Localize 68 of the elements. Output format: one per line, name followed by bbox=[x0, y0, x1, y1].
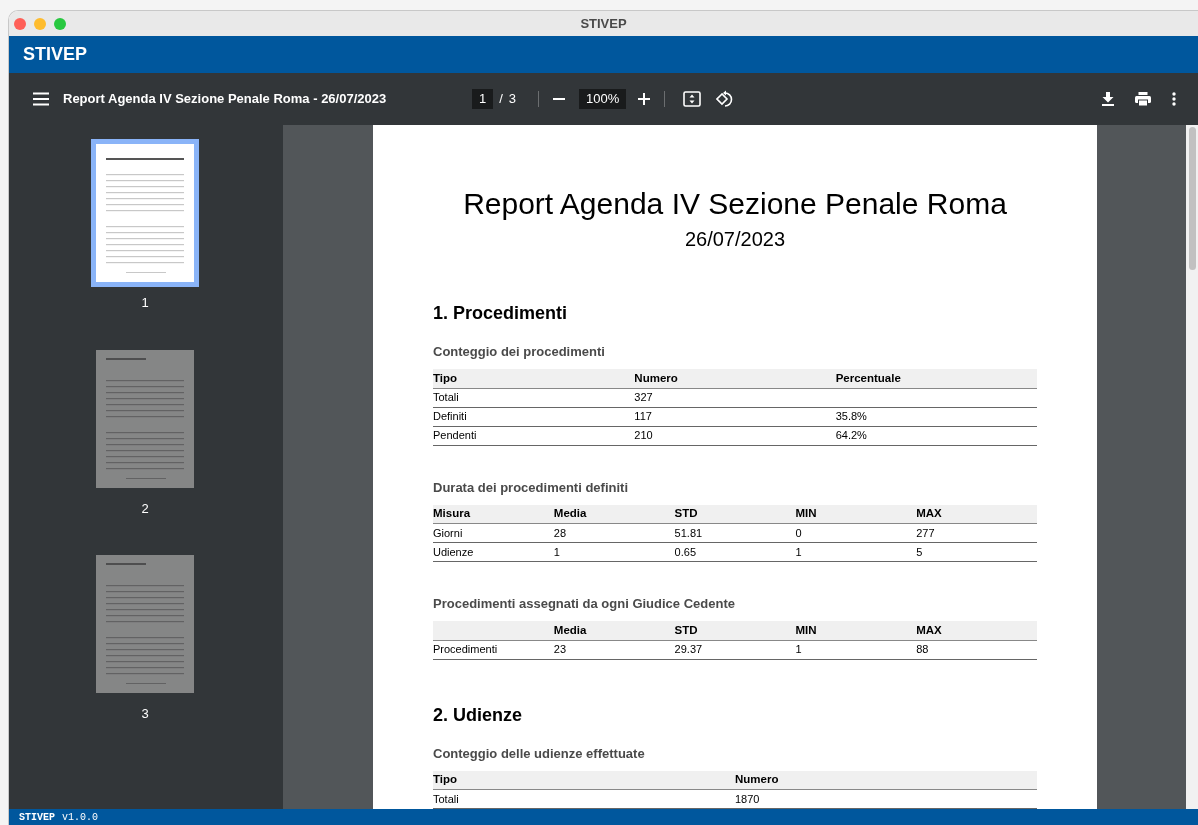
column-header: Percentuale bbox=[835, 371, 901, 384]
table-cell: 117 bbox=[634, 410, 652, 423]
column-header: Media bbox=[553, 507, 587, 520]
table-cell: Totali bbox=[433, 391, 459, 404]
menu-icon[interactable] bbox=[33, 92, 49, 106]
page-separator: / bbox=[499, 90, 503, 109]
table-cell: 0 bbox=[795, 526, 802, 539]
table-cell: Giorni bbox=[433, 526, 463, 539]
column-header: Media bbox=[553, 623, 587, 636]
table-cell: 1 bbox=[795, 643, 802, 656]
section-heading: 2. Udienze bbox=[433, 703, 524, 726]
table-cell: 1870 bbox=[735, 792, 760, 805]
table-cell: 29.37 bbox=[674, 643, 703, 656]
table-cell: 88 bbox=[916, 643, 929, 656]
thumbnail-page-number: 2 bbox=[141, 499, 149, 518]
column-header: Misura bbox=[433, 507, 471, 520]
status-version: v1.0.0 bbox=[62, 810, 99, 825]
more-options-icon[interactable] bbox=[1172, 92, 1176, 106]
table-heading: Conteggio dei procedimenti bbox=[433, 344, 606, 360]
column-header: STD bbox=[674, 623, 698, 636]
report-date: 26/07/2023 bbox=[683, 227, 787, 252]
column-header: MAX bbox=[916, 507, 942, 520]
report-title: Report Agenda IV Sezione Penale Roma bbox=[462, 186, 1008, 222]
status-app-name: STIVEP bbox=[19, 810, 55, 825]
table-cell: 210 bbox=[634, 429, 653, 442]
app-title: STIVEP bbox=[23, 43, 88, 66]
table-cell: 35.8% bbox=[835, 410, 867, 423]
table-cell: Pendenti bbox=[433, 429, 477, 442]
table-heading: Conteggio delle udienze effettuate bbox=[433, 745, 646, 762]
window-title: STIVEP bbox=[580, 14, 627, 33]
zoom-field[interactable]: 100% bbox=[579, 89, 627, 109]
table-cell: Definiti bbox=[433, 410, 467, 423]
column-header: MIN bbox=[795, 623, 817, 636]
document-title: Report Agenda IV Sezione Penale Roma - 26/07/2023 bbox=[63, 90, 387, 109]
table-cell: Procedimenti bbox=[433, 643, 498, 656]
column-header: STD bbox=[674, 507, 698, 520]
table-cell: 5 bbox=[916, 545, 923, 558]
table-cell: 1 bbox=[553, 545, 560, 558]
table-cell: 51.81 bbox=[674, 526, 703, 539]
table-cell: 64.2% bbox=[835, 429, 867, 442]
print-icon[interactable] bbox=[1135, 92, 1151, 106]
column-header: MIN bbox=[795, 507, 817, 520]
table-cell: Totali bbox=[433, 792, 459, 805]
scrollbar-thumb[interactable] bbox=[1188, 127, 1196, 270]
zoom-in-icon[interactable] bbox=[638, 93, 651, 105]
table-cell: 0.65 bbox=[674, 545, 696, 558]
table-cell: 1 bbox=[795, 545, 802, 558]
section-heading: 1. Procedimenti bbox=[433, 302, 569, 324]
column-header: Numero bbox=[735, 773, 779, 786]
column-header: Numero bbox=[634, 371, 678, 384]
table-cell: 28 bbox=[553, 526, 567, 539]
column-header: MAX bbox=[916, 623, 942, 636]
page-total: 3 bbox=[508, 90, 517, 109]
download-icon[interactable] bbox=[1102, 92, 1114, 106]
table-heading: Durata dei procedimenti definiti bbox=[433, 479, 630, 496]
table-cell: 327 bbox=[634, 391, 653, 404]
rotate-icon[interactable] bbox=[716, 90, 735, 108]
column-header: Tipo bbox=[433, 371, 458, 384]
table-cell: 23 bbox=[553, 643, 567, 656]
page-number-field[interactable]: 1 bbox=[472, 89, 494, 109]
page-thumbnail[interactable] bbox=[91, 139, 199, 287]
thumbnail-page-number: 1 bbox=[141, 294, 149, 312]
table-heading: Procedimenti assegnati da ogni Giudice Cedente bbox=[433, 596, 736, 612]
thumbnail-page-number: 3 bbox=[141, 705, 149, 723]
table-cell: 277 bbox=[916, 526, 935, 539]
table-cell: Udienze bbox=[433, 545, 474, 558]
column-header: Tipo bbox=[433, 773, 458, 786]
fit-page-icon[interactable] bbox=[683, 91, 702, 107]
